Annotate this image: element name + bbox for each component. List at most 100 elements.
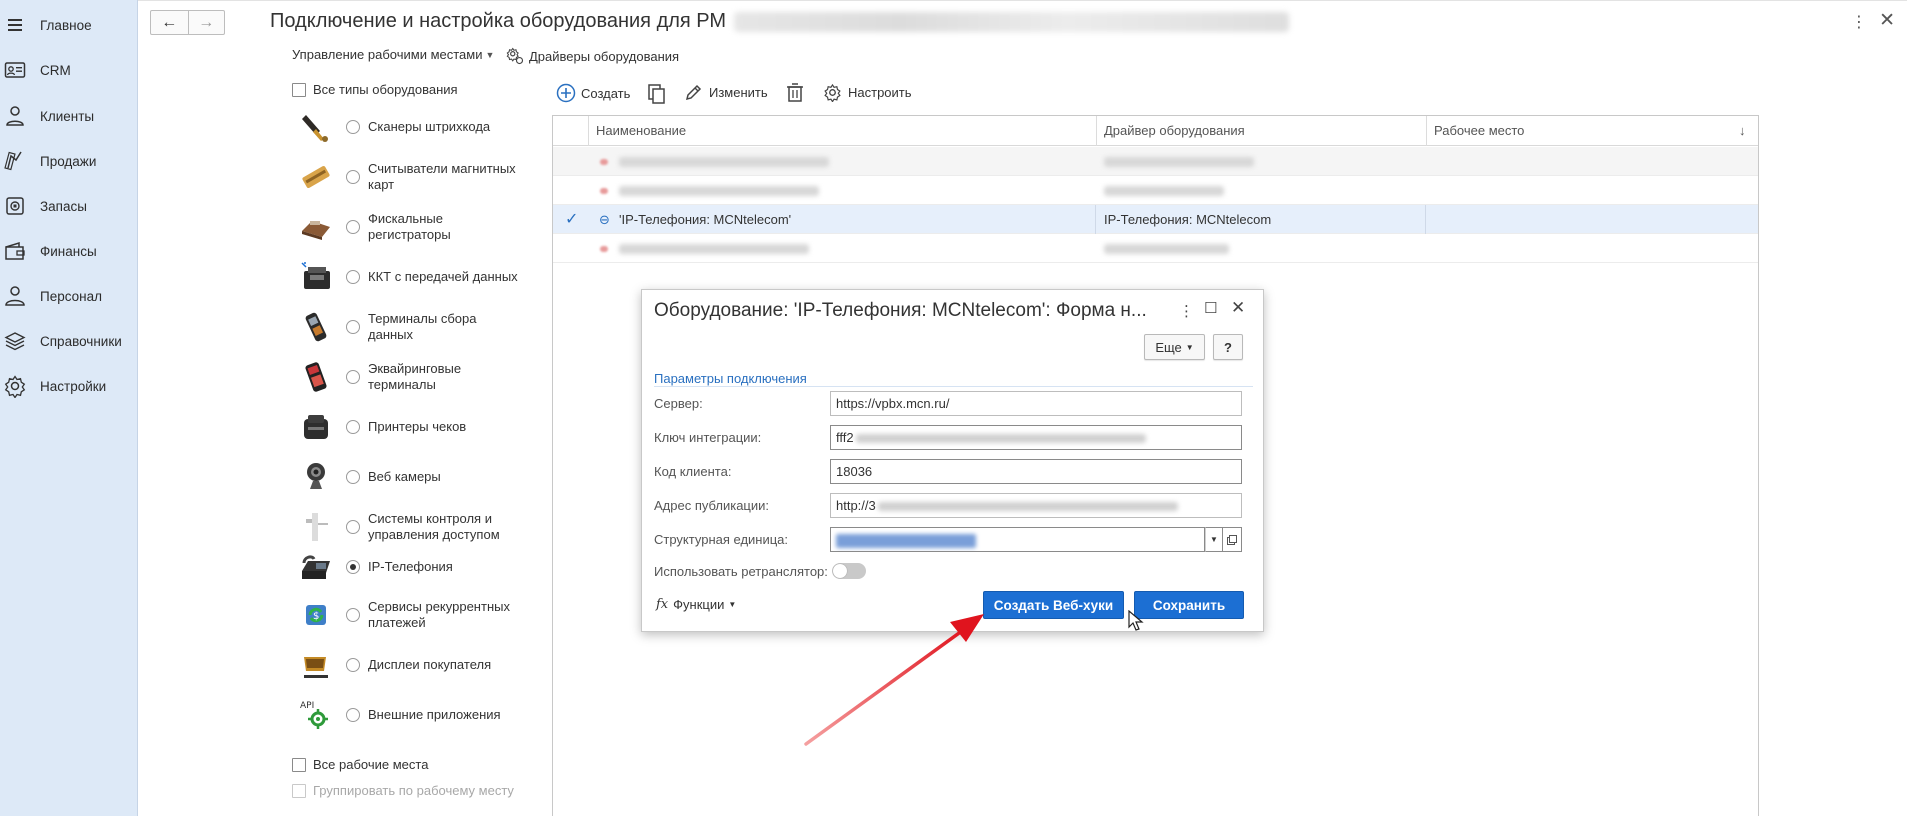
equipment-type-item[interactable]: ККТ с передачей данных <box>296 254 536 300</box>
save-button[interactable]: Сохранить <box>1134 591 1244 619</box>
equipment-dialog: Оборудование: 'IP-Телефония: MCNtelecom'… <box>641 289 1264 632</box>
sort-arrow-icon[interactable]: ↓ <box>1731 116 1746 146</box>
functions-button[interactable]: fx Функции ▼ <box>656 597 736 612</box>
server-value: https://vpbx.mcn.ru/ <box>836 396 950 411</box>
equipment-type-radio[interactable] <box>346 708 360 722</box>
sales-icon <box>0 146 30 176</box>
redacted-cell <box>619 244 809 254</box>
close-icon[interactable]: ✕ <box>1231 298 1245 318</box>
create-button[interactable]: Создать <box>556 83 630 103</box>
table-row[interactable] <box>553 234 1758 263</box>
workplaces-menu-label: Управление рабочими местами <box>292 47 483 62</box>
sidebar-item-label: Запасы <box>40 198 87 214</box>
group-by-workplace-checkbox <box>292 783 306 798</box>
sidebar-item-main[interactable]: Главное <box>0 6 138 44</box>
equipment-type-radio[interactable] <box>346 270 360 284</box>
workplaces-menu-button[interactable]: Управление рабочими местами ▼ <box>292 47 494 62</box>
stock-icon <box>0 191 30 221</box>
row-name: 'IP-Телефония: MCNtelecom' <box>619 212 792 227</box>
equipment-type-item[interactable]: IP-Телефония <box>296 544 536 590</box>
back-button[interactable]: ← <box>151 11 188 34</box>
equipment-type-item[interactable]: $ Сервисы рекуррентных платежей <box>296 592 536 638</box>
column-header-name[interactable]: Наименование <box>588 116 686 146</box>
table-row[interactable] <box>553 147 1758 176</box>
more-options-icon[interactable]: ⋮ <box>1851 12 1867 32</box>
more-button[interactable]: Еще ▼ <box>1144 334 1205 360</box>
equipment-type-item[interactable]: Фискальные регистраторы <box>296 204 536 250</box>
equipment-type-radio[interactable] <box>346 370 360 384</box>
sidebar-item-staff[interactable]: Персонал <box>0 277 138 315</box>
group-by-workplace-row: Группировать по рабочему месту <box>292 783 514 798</box>
sidebar-item-label: Справочники <box>40 333 122 349</box>
forward-button[interactable]: → <box>187 11 225 34</box>
edit-button[interactable]: Изменить <box>685 83 768 101</box>
equipment-type-label: Системы контроля и управления доступом <box>368 511 500 542</box>
equipment-type-radio[interactable] <box>346 520 360 534</box>
equipment-type-item[interactable]: Эквайринговые терминалы <box>296 354 536 400</box>
integration-key-field[interactable]: fff2 <box>830 425 1242 450</box>
pencil-icon <box>685 83 703 101</box>
sidebar-item-stock[interactable]: Запасы <box>0 187 138 225</box>
use-relay-toggle[interactable] <box>832 563 866 579</box>
all-types-checkbox[interactable] <box>292 82 306 97</box>
client-code-value: 18036 <box>836 464 873 479</box>
publication-address-label: Адрес публикации: <box>654 498 770 513</box>
section-title: Параметры подключения <box>654 371 807 386</box>
maximize-icon[interactable]: ☐ <box>1204 299 1217 317</box>
server-field[interactable]: https://vpbx.mcn.ru/ <box>830 391 1242 416</box>
sidebar-item-finance[interactable]: Финансы <box>0 232 138 270</box>
barcode-scanner-icon <box>296 107 336 147</box>
sidebar-item-sales[interactable]: Продажи <box>0 142 138 180</box>
equipment-type-radio[interactable] <box>346 420 360 434</box>
equipment-type-radio[interactable] <box>346 320 360 334</box>
create-webhooks-button[interactable]: Создать Веб-хуки <box>983 591 1124 619</box>
equipment-drivers-button[interactable]: Драйверы оборудования <box>506 47 679 65</box>
equipment-type-label: ККТ с передачей данных <box>368 269 518 284</box>
edit-label: Изменить <box>709 84 768 100</box>
publication-address-field[interactable]: http://3 <box>830 493 1242 518</box>
sidebar-item-references[interactable]: Справочники <box>0 322 138 360</box>
equipment-type-label: Эквайринговые терминалы <box>368 361 462 392</box>
equipment-type-radio[interactable] <box>346 608 360 622</box>
close-icon[interactable]: ✕ <box>1879 9 1895 32</box>
structural-unit-label: Структурная единица: <box>654 532 789 547</box>
equipment-type-item[interactable]: Принтеры чеков <box>296 404 536 450</box>
client-code-field[interactable]: 18036 <box>830 459 1242 484</box>
equipment-type-label: IP-Телефония <box>368 559 453 574</box>
delete-button[interactable] <box>786 83 804 103</box>
all-workplaces-checkbox-row[interactable]: Все рабочие места <box>292 757 428 772</box>
trash-icon <box>786 83 804 103</box>
sidebar-item-settings[interactable]: Настройки <box>0 367 138 405</box>
plus-circle-icon <box>556 83 576 103</box>
equipment-type-item[interactable]: Терминалы сбора данных <box>296 304 536 350</box>
configure-button[interactable]: Настроить <box>823 83 912 102</box>
sidebar-item-clients[interactable]: Клиенты <box>0 97 138 135</box>
all-types-checkbox-row[interactable]: Все типы оборудования <box>292 82 458 97</box>
column-header-driver[interactable]: Драйвер оборудования <box>1096 116 1245 146</box>
all-workplaces-checkbox[interactable] <box>292 757 306 772</box>
column-header-workplace[interactable]: Рабочее место <box>1426 116 1524 146</box>
equipment-type-radio[interactable] <box>346 470 360 484</box>
open-link-icon[interactable] <box>1223 527 1242 552</box>
equipment-type-item[interactable]: Дисплеи покупателя <box>296 642 536 688</box>
page-title-text: Подключение и настройка оборудования для… <box>270 10 727 32</box>
sidebar: Главное CRM Клиенты Продажи Запасы Финан… <box>0 0 138 816</box>
equipment-type-radio[interactable] <box>346 220 360 234</box>
equipment-type-radio[interactable] <box>346 170 360 184</box>
equipment-type-radio[interactable] <box>346 120 360 134</box>
equipment-type-item[interactable]: API Внешние приложения <box>296 692 536 738</box>
integration-key-label: Ключ интеграции: <box>654 430 762 445</box>
dropdown-chevron-icon[interactable]: ▼ <box>1205 527 1223 552</box>
equipment-type-item[interactable]: Сканеры штрихкода <box>296 104 536 150</box>
help-button[interactable]: ? <box>1213 334 1243 360</box>
equipment-type-item[interactable]: Веб камеры <box>296 454 536 500</box>
equipment-type-radio[interactable] <box>346 658 360 672</box>
table-row-selected[interactable]: ✓ ⊖ 'IP-Телефония: MCNtelecom' IP-Телефо… <box>553 205 1758 234</box>
table-row[interactable] <box>553 176 1758 205</box>
equipment-type-radio[interactable] <box>346 560 360 574</box>
equipment-type-item[interactable]: Считыватели магнитных карт <box>296 154 536 200</box>
more-options-icon[interactable]: ⋮ <box>1179 302 1194 320</box>
structural-unit-field[interactable] <box>830 527 1205 552</box>
sidebar-item-crm[interactable]: CRM <box>0 51 138 89</box>
copy-button[interactable] <box>647 83 667 105</box>
